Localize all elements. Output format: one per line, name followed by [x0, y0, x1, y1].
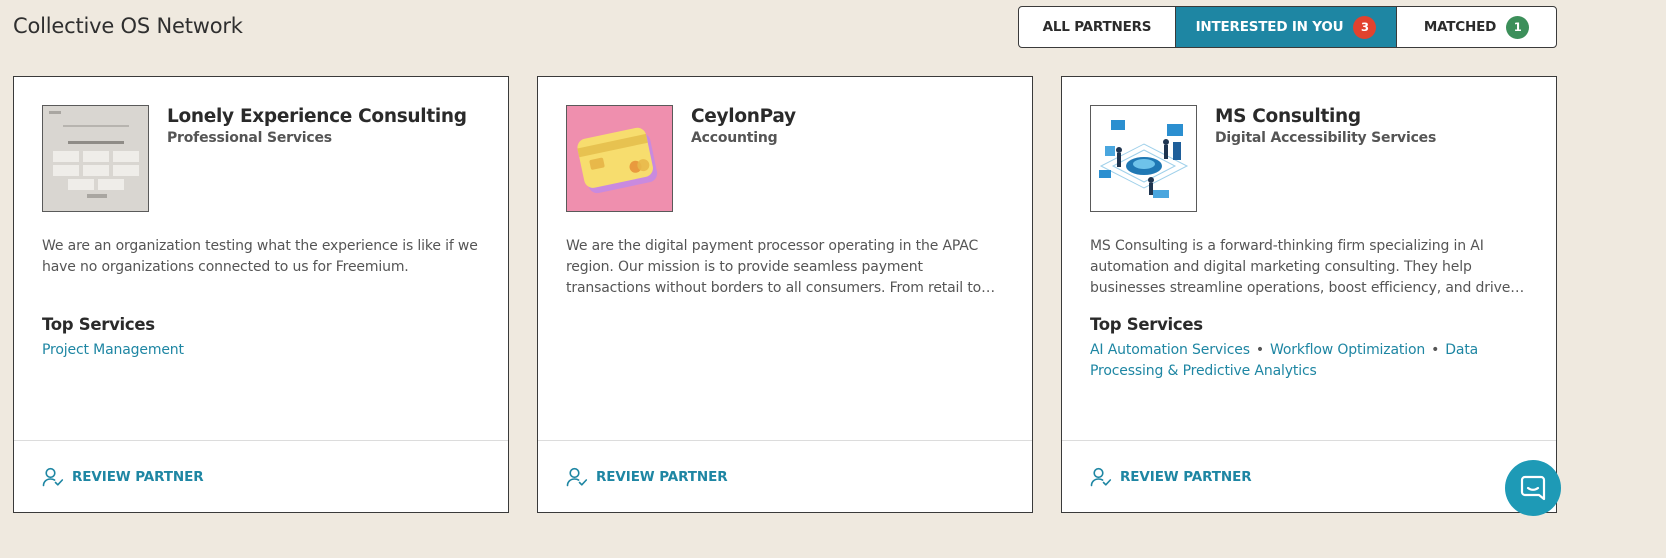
bullet-separator: • — [1431, 342, 1440, 358]
top-services-heading: Top Services — [42, 315, 155, 334]
tab-interested-in-you[interactable]: INTERESTED IN YOU 3 — [1176, 7, 1397, 47]
top-services-list: AI Automation Services • Workflow Optimiza… — [1090, 340, 1500, 382]
review-partner-label: REVIEW PARTNER — [72, 469, 204, 485]
user-check-icon — [1090, 467, 1112, 487]
chat-bubble-icon — [1520, 475, 1546, 501]
count-badge: 3 — [1353, 15, 1377, 39]
partner-name: MS Consulting — [1215, 106, 1361, 127]
partner-card: MS Consulting Digital Accessibility Serv… — [1061, 76, 1557, 513]
chat-launcher-button[interactable] — [1505, 460, 1561, 516]
review-partner-button[interactable]: REVIEW PARTNER — [1090, 467, 1252, 487]
count-badge: 1 — [1506, 15, 1530, 39]
tab-label: MATCHED — [1423, 19, 1497, 35]
review-partner-button[interactable]: REVIEW PARTNER — [566, 467, 728, 487]
divider — [538, 440, 1032, 441]
review-partner-label: REVIEW PARTNER — [1120, 469, 1252, 485]
top-services-heading: Top Services — [1090, 315, 1203, 334]
divider — [14, 440, 508, 441]
divider — [1062, 440, 1556, 441]
partner-category: Accounting — [691, 130, 778, 146]
tab-label: INTERESTED IN YOU — [1195, 19, 1344, 35]
service-link[interactable]: Project Management — [42, 342, 184, 358]
partner-logo — [1090, 105, 1197, 212]
partner-category: Digital Accessibility Services — [1215, 130, 1437, 146]
partner-name: CeylonPay — [691, 106, 796, 127]
user-check-icon — [566, 467, 588, 487]
partner-card: CeylonPay Accounting We are the digital … — [537, 76, 1033, 513]
partner-logo — [42, 105, 149, 212]
page-title: Collective OS Network — [13, 14, 243, 38]
top-services-list: Project Management — [42, 340, 452, 361]
user-check-icon — [42, 467, 64, 487]
tab-all-partners[interactable]: ALL PARTNERS — [1019, 7, 1176, 47]
tab-matched[interactable]: MATCHED 1 — [1397, 7, 1556, 47]
review-partner-label: REVIEW PARTNER — [596, 469, 728, 485]
partner-description: MS Consulting is a forward-thinking firm… — [1090, 238, 1511, 296]
service-link[interactable]: Workflow Optimization — [1270, 342, 1425, 358]
review-partner-button[interactable]: REVIEW PARTNER — [42, 467, 204, 487]
bullet-separator: • — [1255, 342, 1264, 358]
partner-category: Professional Services — [167, 130, 332, 146]
partner-filter-tabs: ALL PARTNERS INTERESTED IN YOU 3 MATCHED… — [1018, 6, 1557, 48]
partner-card: Lonely Experience Consulting Professiona… — [13, 76, 509, 513]
partner-description: We are the digital payment processor ope… — [566, 238, 982, 296]
service-link[interactable]: AI Automation Services — [1090, 342, 1250, 358]
tab-label: ALL PARTNERS — [1042, 19, 1152, 35]
partner-logo — [566, 105, 673, 212]
partner-name: Lonely Experience Consulting — [167, 106, 467, 127]
partner-description: We are an organization testing what the … — [42, 238, 478, 275]
